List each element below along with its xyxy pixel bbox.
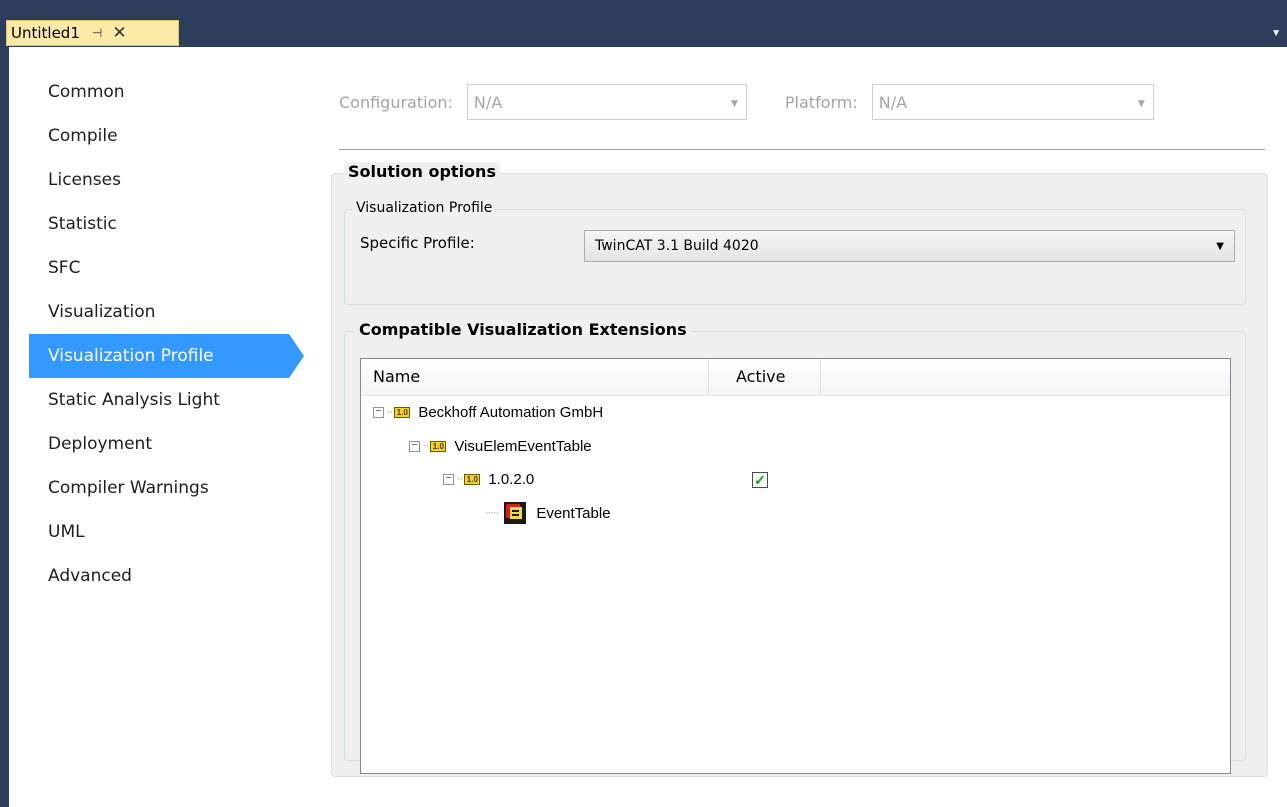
title-bar: Untitled1 ⊣ ✕ ▼ xyxy=(0,0,1287,48)
column-name-header[interactable]: Name xyxy=(361,359,709,395)
sidebar-item-compiler-warnings[interactable]: Compiler Warnings xyxy=(29,466,289,510)
tree-node-label: EventTable xyxy=(536,504,611,522)
sidebar-item-licenses[interactable]: Licenses xyxy=(29,158,289,202)
platform-value: N/A xyxy=(878,92,908,112)
chevron-down-icon: ▼ xyxy=(1216,241,1224,252)
column-active-header[interactable]: Active xyxy=(709,359,821,395)
tree-node-label: Beckhoff Automation GmbH xyxy=(418,403,604,421)
tree-node-label: VisuElemEventTable xyxy=(454,437,592,455)
tab-title: Untitled1 xyxy=(11,24,80,42)
extensions-title: Compatible Visualization Extensions xyxy=(355,320,691,339)
specific-profile-label: Specific Profile: xyxy=(360,234,475,252)
sidebar-item-compile[interactable]: Compile xyxy=(29,114,289,158)
configuration-value: N/A xyxy=(473,92,503,112)
configuration-label: Configuration: xyxy=(339,92,453,112)
sidebar-item-statistic[interactable]: Statistic xyxy=(29,202,289,246)
close-icon[interactable]: ✕ xyxy=(112,23,126,43)
tree-node-version[interactable]: − ·· 1.0 1.0.2.0 xyxy=(443,463,534,495)
window-menu-dropdown-icon[interactable]: ▼ xyxy=(1271,28,1281,39)
sidebar-item-static-analysis-light[interactable]: Static Analysis Light xyxy=(29,378,289,422)
solution-options-title: Solution options xyxy=(344,162,500,181)
sidebar-item-advanced[interactable]: Advanced xyxy=(29,554,289,598)
document-tab[interactable]: Untitled1 ⊣ ✕ xyxy=(6,20,179,46)
tree-node-element[interactable]: ····· EventTable xyxy=(485,497,611,529)
active-checkbox[interactable]: ✓ xyxy=(752,472,768,488)
chevron-down-icon: ▼ xyxy=(730,99,738,109)
category-sidebar: Common Compile Licenses Statistic SFC Vi… xyxy=(29,70,309,598)
collapse-icon[interactable]: − xyxy=(373,406,384,418)
sidebar-item-visualization[interactable]: Visualization xyxy=(29,290,289,334)
configuration-select: N/A ▼ xyxy=(466,84,747,120)
specific-profile-value: TwinCAT 3.1 Build 4020 xyxy=(595,238,759,254)
library-icon: 1.0 xyxy=(394,406,411,418)
platform-select: N/A ▼ xyxy=(871,84,1154,120)
extensions-tree[interactable]: Name Active − ·· 1.0 Beckhoff Automation… xyxy=(360,358,1231,774)
visualization-profile-group-title: Visualization Profile xyxy=(353,200,496,216)
visual-element-icon xyxy=(504,502,527,524)
sidebar-item-common[interactable]: Common xyxy=(29,70,289,114)
sidebar-item-visualization-profile[interactable]: Visualization Profile xyxy=(29,334,304,378)
sidebar-item-sfc[interactable]: SFC xyxy=(29,246,289,290)
tree-node-vendor[interactable]: − ·· 1.0 Beckhoff Automation GmbH xyxy=(373,396,603,428)
specific-profile-select[interactable]: TwinCAT 3.1 Build 4020 ▼ xyxy=(584,230,1235,262)
divider xyxy=(339,149,1265,150)
collapse-icon[interactable]: − xyxy=(409,440,420,452)
tree-node-library[interactable]: − ·· 1.0 VisuElemEventTable xyxy=(409,430,592,462)
pin-icon[interactable]: ⊣ xyxy=(92,26,102,40)
sidebar-item-deployment[interactable]: Deployment xyxy=(29,422,289,466)
library-icon: 1.0 xyxy=(430,440,447,452)
visualization-profile-group: Visualization Profile Specific Profile: … xyxy=(344,200,1246,305)
extensions-group: Compatible Visualization Extensions Name… xyxy=(344,320,1246,774)
solution-options-group: Solution options Visualization Profile S… xyxy=(331,162,1268,777)
library-icon: 1.0 xyxy=(464,473,481,485)
sidebar-item-uml[interactable]: UML xyxy=(29,510,289,554)
collapse-icon[interactable]: − xyxy=(443,473,454,485)
properties-page: Common Compile Licenses Statistic SFC Vi… xyxy=(9,47,1287,807)
tree-header: Name Active xyxy=(361,359,1230,396)
platform-label: Platform: xyxy=(784,92,858,112)
window-left-border xyxy=(0,47,9,807)
tree-node-label: 1.0.2.0 xyxy=(488,470,535,488)
configuration-row: Configuration: N/A ▼ Platform: N/A ▼ xyxy=(339,84,1154,120)
chevron-down-icon: ▼ xyxy=(1137,99,1145,109)
